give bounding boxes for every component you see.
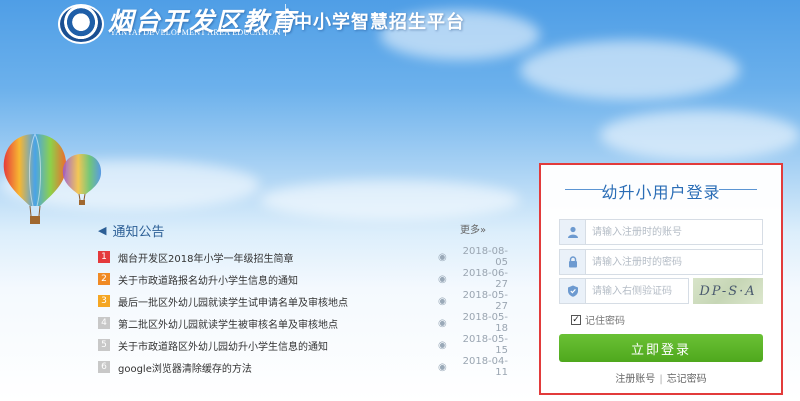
username-input[interactable] [586,221,762,243]
list-item[interactable]: 3 最后一批区外幼儿园就读学生试申请名单及审核地点 ◉ 2018-05-27 [98,290,508,312]
notice-link[interactable]: 最后一批区外幼儿园就读学生试申请名单及审核地点 [118,294,438,309]
notice-title: 通知公告 [112,225,165,240]
login-button[interactable]: 立即登录 [559,334,763,362]
notice-link[interactable]: 关于市政道路区外幼儿园幼升小学生信息的通知 [118,338,438,353]
rank-badge: 2 [98,273,110,285]
captcha-image[interactable]: DP-S·A [693,278,763,304]
notice-date: 2018-05-27 [462,290,508,312]
hot-air-balloon-small-icon [62,154,102,205]
notice-date: 2018-05-15 [462,334,508,356]
login-title: 幼升小用户登录 [601,183,721,202]
cloud [600,110,800,160]
title-divider [719,189,757,190]
cloud [520,40,740,100]
notice-date: 2018-05-18 [462,312,508,334]
remember-label: 记住密码 [585,316,625,327]
notice-link[interactable]: 烟台开发区2018年小学一年级招生简章 [118,250,438,265]
notice-link[interactable]: 关于市政道路报名幼升小学生信息的通知 [118,272,438,287]
captcha-field [559,278,689,304]
cloud [260,180,520,220]
notice-list: 1 烟台开发区2018年小学一年级招生简章 ◉ 2018-08-05 2 关于市… [98,246,508,378]
login-panel: 幼升小用户登录 DP-S·A ✓ 记住密码 立即登录 注册账号 | 忘记密码 [539,163,783,395]
eye-icon: ◉ [438,295,447,307]
username-field [559,219,763,245]
list-item[interactable]: 4 第二批区外幼儿园就读学生被审核名单及审核地点 ◉ 2018-05-18 [98,312,508,334]
link-separator: | [659,374,663,385]
notice-header: ◀ 通知公告 [98,221,164,240]
notice-date: 2018-04-11 [462,356,508,378]
forgot-password-link[interactable]: 忘记密码 [667,374,707,385]
account-links: 注册账号 | 忘记密码 [541,370,781,385]
rank-badge: 1 [98,251,110,263]
more-notices-link[interactable]: 更多» [460,221,486,236]
lock-icon [560,250,586,274]
captcha-input[interactable] [586,280,688,302]
header-divider [285,4,286,36]
rank-badge: 6 [98,361,110,373]
list-item[interactable]: 6 google浏览器清除缓存的方法 ◉ 2018-04-11 [98,356,508,378]
speaker-icon: ◀ [98,224,107,237]
password-field [559,249,763,275]
password-input[interactable] [586,251,762,273]
logo-subtitle: YANTAI DEVELOPMENT AREA EDUCATION [110,28,281,37]
notice-date: 2018-08-05 [462,246,508,268]
platform-title: 中小学智慧招生平台 [294,12,465,33]
eye-icon: ◉ [438,339,447,351]
rank-badge: 3 [98,295,110,307]
notice-link[interactable]: google浏览器清除缓存的方法 [118,360,438,375]
register-link[interactable]: 注册账号 [615,374,655,385]
list-item[interactable]: 5 关于市政道路区外幼儿园幼升小学生信息的通知 ◉ 2018-05-15 [98,334,508,356]
rank-badge: 5 [98,339,110,351]
checkbox-checked-icon[interactable]: ✓ [571,314,581,325]
list-item[interactable]: 1 烟台开发区2018年小学一年级招生简章 ◉ 2018-08-05 [98,246,508,268]
eye-icon: ◉ [438,273,447,285]
user-icon [560,220,586,244]
school-emblem-icon [58,4,104,44]
eye-icon: ◉ [438,317,447,329]
eye-icon: ◉ [438,361,447,373]
shield-icon [560,279,586,303]
notice-date: 2018-06-27 [462,268,508,290]
notice-link[interactable]: 第二批区外幼儿园就读学生被审核名单及审核地点 [118,316,438,331]
eye-icon: ◉ [438,251,447,263]
remember-password[interactable]: ✓ 记住密码 [571,312,625,327]
rank-badge: 4 [98,317,110,329]
list-item[interactable]: 2 关于市政道路报名幼升小学生信息的通知 ◉ 2018-06-27 [98,268,508,290]
